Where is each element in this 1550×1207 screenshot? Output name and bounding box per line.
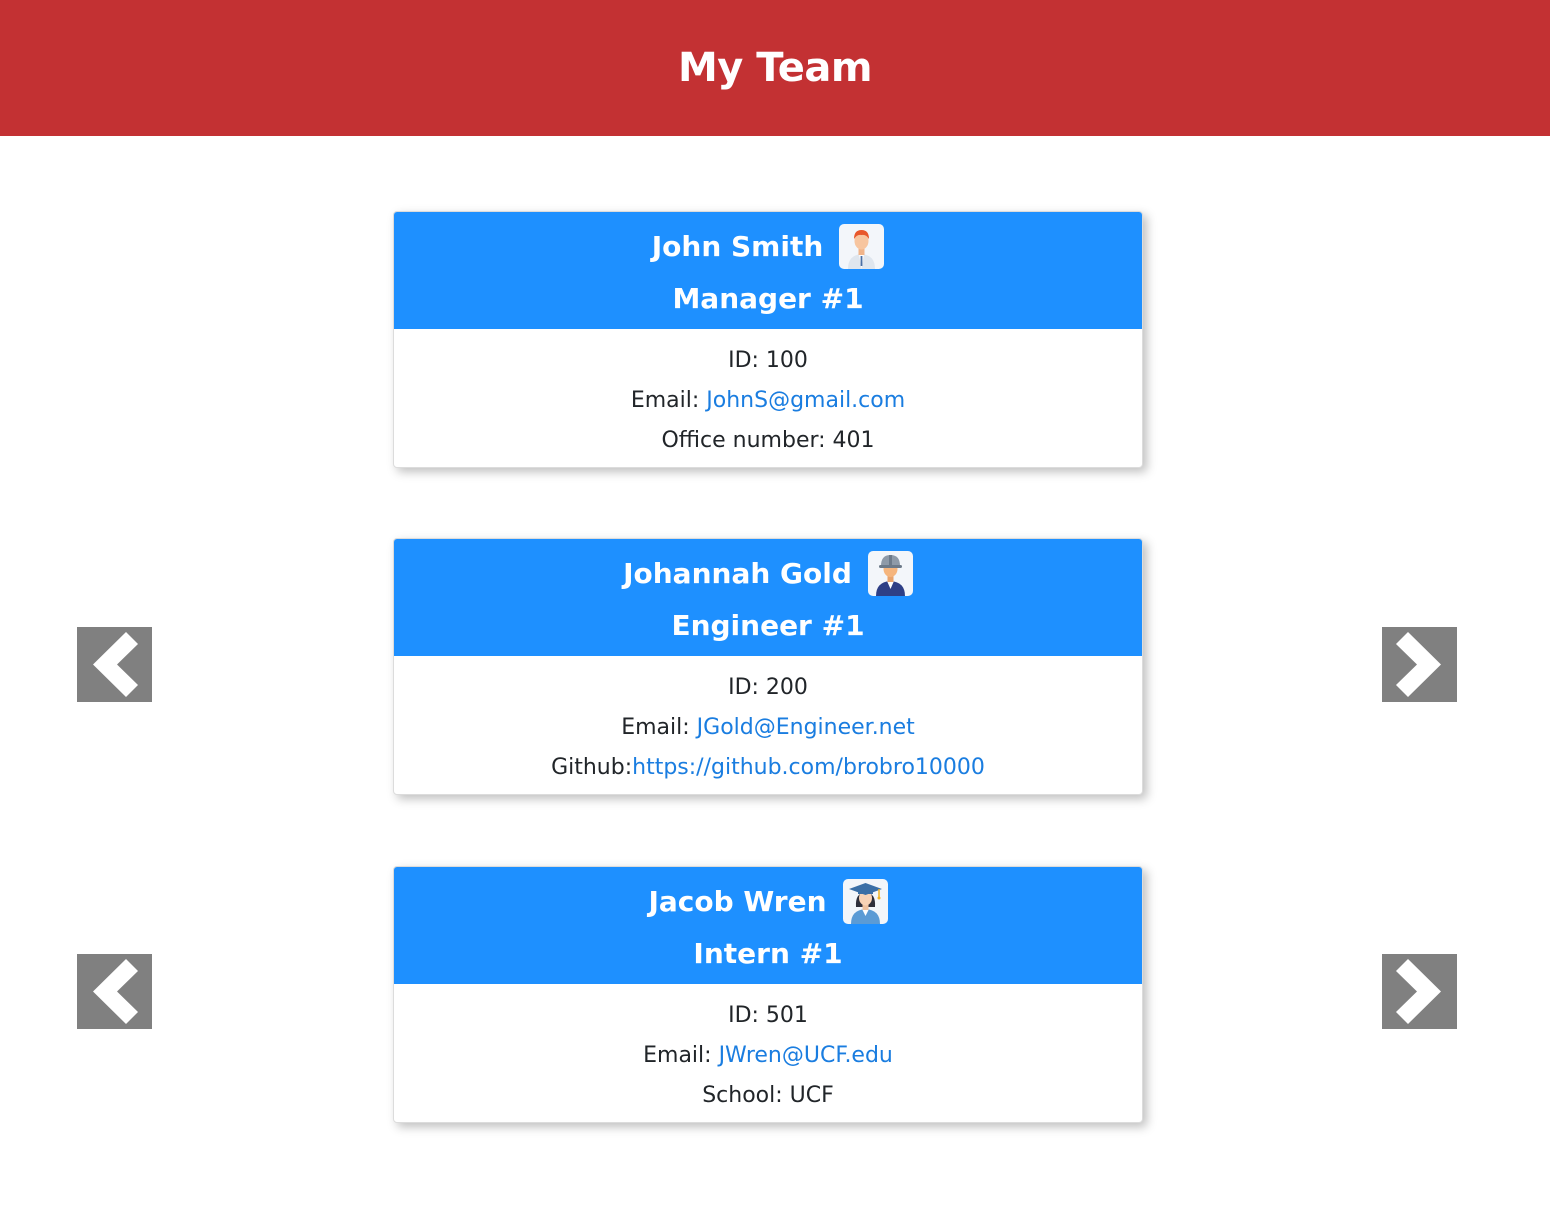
page-title: My Team — [677, 45, 873, 91]
employee-card-manager: John Smith Manager #1 ID: 100 Email: Joh… — [393, 211, 1143, 468]
employee-email-row: Email: JWren@UCF.edu — [394, 1036, 1142, 1076]
school-label: School: UCF — [702, 1083, 834, 1108]
office-number-label: Office number: 401 — [661, 428, 875, 453]
email-link[interactable]: JGold@Engineer.net — [697, 715, 915, 740]
employee-id: ID: 200 — [728, 675, 808, 700]
email-link[interactable]: JohnS@gmail.com — [706, 388, 905, 413]
chevron-right-icon — [1396, 632, 1441, 697]
employee-card-intern: Jacob Wren Intern #1 ID: 501 Email: JWre… — [393, 866, 1143, 1123]
employee-email-row: Email: JGold@Engineer.net — [394, 708, 1142, 748]
manager-avatar-icon — [839, 224, 885, 269]
chevron-left-icon — [93, 632, 138, 697]
employee-role: Engineer #1 — [671, 609, 865, 642]
carousel-next-button[interactable] — [1382, 954, 1457, 1029]
github-link[interactable]: https://github.com/brobro10000 — [632, 755, 985, 780]
employee-email-row: Email: JohnS@gmail.com — [394, 381, 1142, 421]
carousel-prev-button[interactable] — [77, 627, 152, 702]
employee-card-engineer: Johannah Gold Engineer #1 ID: 200 Email:… — [393, 538, 1143, 795]
card-body: ID: 200 Email: JGold@Engineer.net Github… — [394, 656, 1142, 794]
employee-name: Jacob Wren — [648, 885, 827, 918]
employee-role: Intern #1 — [693, 937, 843, 970]
engineer-avatar-icon — [867, 551, 913, 596]
github-label: Github: — [551, 755, 633, 780]
card-header: Jacob Wren Intern #1 — [394, 867, 1142, 984]
employee-id: ID: 501 — [728, 1003, 808, 1028]
employee-role: Manager #1 — [672, 282, 864, 315]
card-body: ID: 501 Email: JWren@UCF.edu School: UCF — [394, 984, 1142, 1122]
intern-avatar-icon — [842, 879, 888, 924]
card-header: Johannah Gold Engineer #1 — [394, 539, 1142, 656]
email-label: Email: — [643, 1043, 719, 1068]
email-link[interactable]: JWren@UCF.edu — [719, 1043, 893, 1068]
chevron-left-icon — [93, 959, 138, 1024]
card-header: John Smith Manager #1 — [394, 212, 1142, 329]
carousel-prev-button[interactable] — [77, 954, 152, 1029]
office-number: Office number: 401 — [394, 421, 1142, 461]
page-header: My Team — [0, 0, 1550, 136]
employee-id: ID: 100 — [728, 348, 808, 373]
chevron-right-icon — [1396, 959, 1441, 1024]
github-row: Github:https://github.com/brobro10000 — [394, 748, 1142, 788]
employee-name: John Smith — [651, 230, 824, 263]
carousel-next-button[interactable] — [1382, 627, 1457, 702]
school-row: School: UCF — [394, 1076, 1142, 1116]
email-label: Email: — [621, 715, 697, 740]
card-body: ID: 100 Email: JohnS@gmail.com Office nu… — [394, 329, 1142, 467]
employee-name: Johannah Gold — [623, 557, 852, 590]
email-label: Email: — [630, 388, 707, 413]
